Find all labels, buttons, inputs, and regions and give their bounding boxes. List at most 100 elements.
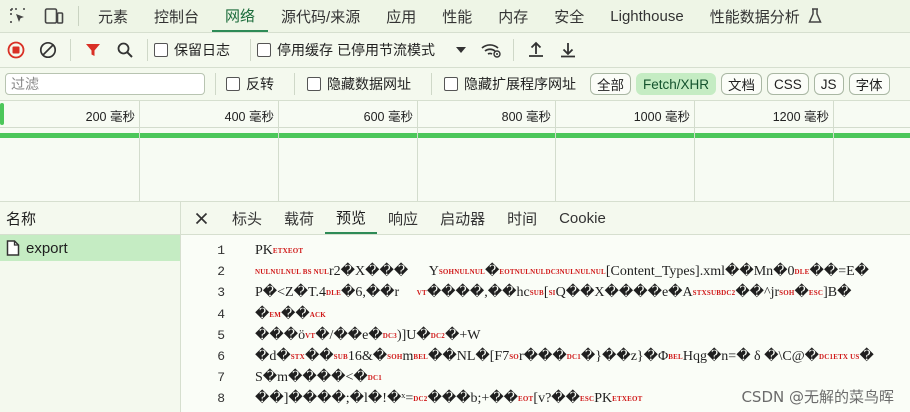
filter-type-3[interactable]: CSS xyxy=(767,73,809,95)
disable-cache-label: 停用缓存 xyxy=(277,42,333,58)
checkbox-box[interactable] xyxy=(257,43,271,57)
text-run: )]U� xyxy=(396,327,431,343)
tab-5[interactable]: 性能 xyxy=(429,0,485,32)
text-run: [Content_Types].xml��Mn�0 xyxy=(605,264,795,280)
timeline-gridline xyxy=(139,101,140,201)
control-char: DC2 xyxy=(413,395,428,404)
request-item-export[interactable]: export xyxy=(0,235,180,261)
line-number: 8 xyxy=(217,391,225,407)
control-char: SO xyxy=(509,352,519,361)
detail-tab-2[interactable]: 预览 xyxy=(325,202,378,234)
experiment-flask-icon xyxy=(805,0,825,32)
invert-checkbox[interactable]: 反转 xyxy=(226,74,274,94)
timeline-tick-label: 1200 毫秒 xyxy=(772,110,829,124)
document-icon xyxy=(6,240,20,256)
detail-tab-5[interactable]: 时间 xyxy=(496,202,548,234)
detail-tab-0[interactable]: 标头 xyxy=(221,202,273,234)
throttling-select[interactable]: 已停用节流模式 xyxy=(337,40,467,60)
import-har-icon[interactable] xyxy=(520,33,552,67)
search-icon[interactable] xyxy=(109,33,141,67)
stop-recording-button[interactable] xyxy=(0,33,32,67)
timeline-overview[interactable]: 200 毫秒 400 毫秒 600 毫秒 800 毫秒 1000 毫秒 1200 毫秒 xyxy=(0,101,910,202)
line-number: 1 xyxy=(217,243,225,259)
tab-3[interactable]: 源代码/来源 xyxy=(268,0,373,32)
hide-data-urls-checkbox[interactable]: 隐藏数据网址 xyxy=(307,74,411,94)
text-run: r��� xyxy=(518,349,567,365)
toolbar-divider xyxy=(147,39,148,61)
request-details: 标头 载荷 预览 响应 启动器 时间 Cookie 1 PKETXEOT 2 NULNULNUL … xyxy=(181,202,910,412)
close-icon[interactable] xyxy=(181,202,221,234)
control-char: DC1 xyxy=(367,374,382,382)
preview-line: 1 PKETXEOT xyxy=(181,240,910,261)
filter-bar: 过滤 反转 隐藏数据网址 隐藏扩展程序网址 全部 Fetch/XHR 文档 CSS JS… xyxy=(0,68,910,101)
control-char: DC3 xyxy=(382,331,397,340)
tab-0[interactable]: 元素 xyxy=(85,0,141,32)
line-text: P�<Z�T.4DLE�6,��r VT����,��hcSUB[SIQ��X�… xyxy=(255,284,851,301)
text-run: ��NL�[F7 xyxy=(428,349,510,365)
line-text: S�m����<�DC1 xyxy=(255,369,382,386)
network-toolbar: 保留日志 停用缓存 已停用节流模式 xyxy=(0,33,910,68)
filter-funnel-icon[interactable] xyxy=(77,33,109,67)
filter-type-0[interactable]: 全部 xyxy=(590,73,631,95)
control-char: DC1ETX US xyxy=(818,352,860,361)
network-conditions-icon[interactable] xyxy=(475,33,507,67)
control-char: SUB xyxy=(529,289,544,298)
timeline-tick-label: 400 毫秒 xyxy=(224,110,274,124)
device-toolbar-icon[interactable] xyxy=(36,0,72,32)
filter-type-1[interactable]: Fetch/XHR xyxy=(636,73,717,95)
line-text: ��]����;�l�!�ˣ=DC2���b;+��EOT[v?��ESCPKE… xyxy=(255,390,643,407)
request-item-label: export xyxy=(26,239,68,257)
text-run: 16&� xyxy=(347,349,388,365)
control-char: ETXEOT xyxy=(272,246,304,255)
checkbox-box[interactable] xyxy=(226,77,240,91)
text-run: Hqg�n=� δ �\C@� xyxy=(682,349,819,365)
name-column-header[interactable]: 名称 xyxy=(0,202,180,235)
filter-input[interactable]: 过滤 xyxy=(5,73,205,95)
line-text: �d�STX��SUB16&�SOHmBEL��NL�[F7SOr���DC1�… xyxy=(255,348,874,365)
text-run: ����,��hc xyxy=(426,285,530,301)
detail-tab-6[interactable]: Cookie xyxy=(548,202,617,234)
tab-1[interactable]: 控制台 xyxy=(141,0,212,32)
timeline-tick-label: 200 毫秒 xyxy=(85,110,135,124)
timeline-gridline xyxy=(417,101,418,201)
clear-button[interactable] xyxy=(32,33,64,67)
text-run: S�m����<� xyxy=(255,370,368,386)
devtools-tab-bar: 元素 控制台 网络 源代码/来源 应用 性能 内存 安全 Lighthouse 性能数据分析 xyxy=(0,0,910,33)
tab-7[interactable]: 安全 xyxy=(541,0,597,32)
detail-tab-4[interactable]: 启动器 xyxy=(429,202,496,234)
filter-type-2[interactable]: 文档 xyxy=(721,73,763,95)
text-run: P�<Z�T.4 xyxy=(255,285,326,301)
detail-tab-1[interactable]: 载荷 xyxy=(273,202,325,234)
checkbox-box[interactable] xyxy=(444,77,458,91)
filter-type-5[interactable]: 字体 xyxy=(848,73,890,95)
text-run: � xyxy=(255,306,270,322)
tab-6[interactable]: 内存 xyxy=(485,0,541,32)
export-har-icon[interactable] xyxy=(552,33,584,67)
hide-data-urls-label: 隐藏数据网址 xyxy=(327,76,411,92)
control-char: SI xyxy=(548,289,556,298)
line-text: NULNULNUL BS NULr2�X��� YSOHNULNUL�EOTNU… xyxy=(255,263,869,280)
preview-line: 3 P�<Z�T.4DLE�6,��r VT����,��hcSUB[SIQ��X… xyxy=(181,282,910,303)
preview-line: 4 �EM��ACK xyxy=(181,304,910,325)
checkbox-box[interactable] xyxy=(307,77,321,91)
tab-4[interactable]: 应用 xyxy=(373,0,429,32)
preserve-log-checkbox[interactable]: 保留日志 xyxy=(154,40,230,60)
disable-cache-checkbox[interactable]: 停用缓存 xyxy=(257,40,333,60)
tab-8[interactable]: Lighthouse xyxy=(597,0,696,32)
control-char: DLE xyxy=(794,268,810,277)
text-run: ��=E� xyxy=(809,264,870,280)
tab-9[interactable]: 性能数据分析 xyxy=(697,0,813,32)
preserve-log-label: 保留日志 xyxy=(174,42,230,58)
line-number: 5 xyxy=(217,327,225,343)
line-text: �EM��ACK xyxy=(255,306,326,323)
detail-tab-3[interactable]: 响应 xyxy=(377,202,429,234)
control-char: EOT xyxy=(518,395,534,404)
checkbox-box[interactable] xyxy=(154,43,168,57)
panel-tabs: 元素 控制台 网络 源代码/来源 应用 性能 内存 安全 Lighthouse 性能数据分析 xyxy=(85,0,813,32)
tab-2[interactable]: 网络 xyxy=(212,0,269,32)
hide-extension-urls-checkbox[interactable]: 隐藏扩展程序网址 xyxy=(444,74,576,94)
control-char: VT xyxy=(416,289,427,298)
inspect-element-icon[interactable] xyxy=(0,0,36,32)
control-char: ACK xyxy=(309,310,326,319)
filter-type-4[interactable]: JS xyxy=(813,73,844,95)
